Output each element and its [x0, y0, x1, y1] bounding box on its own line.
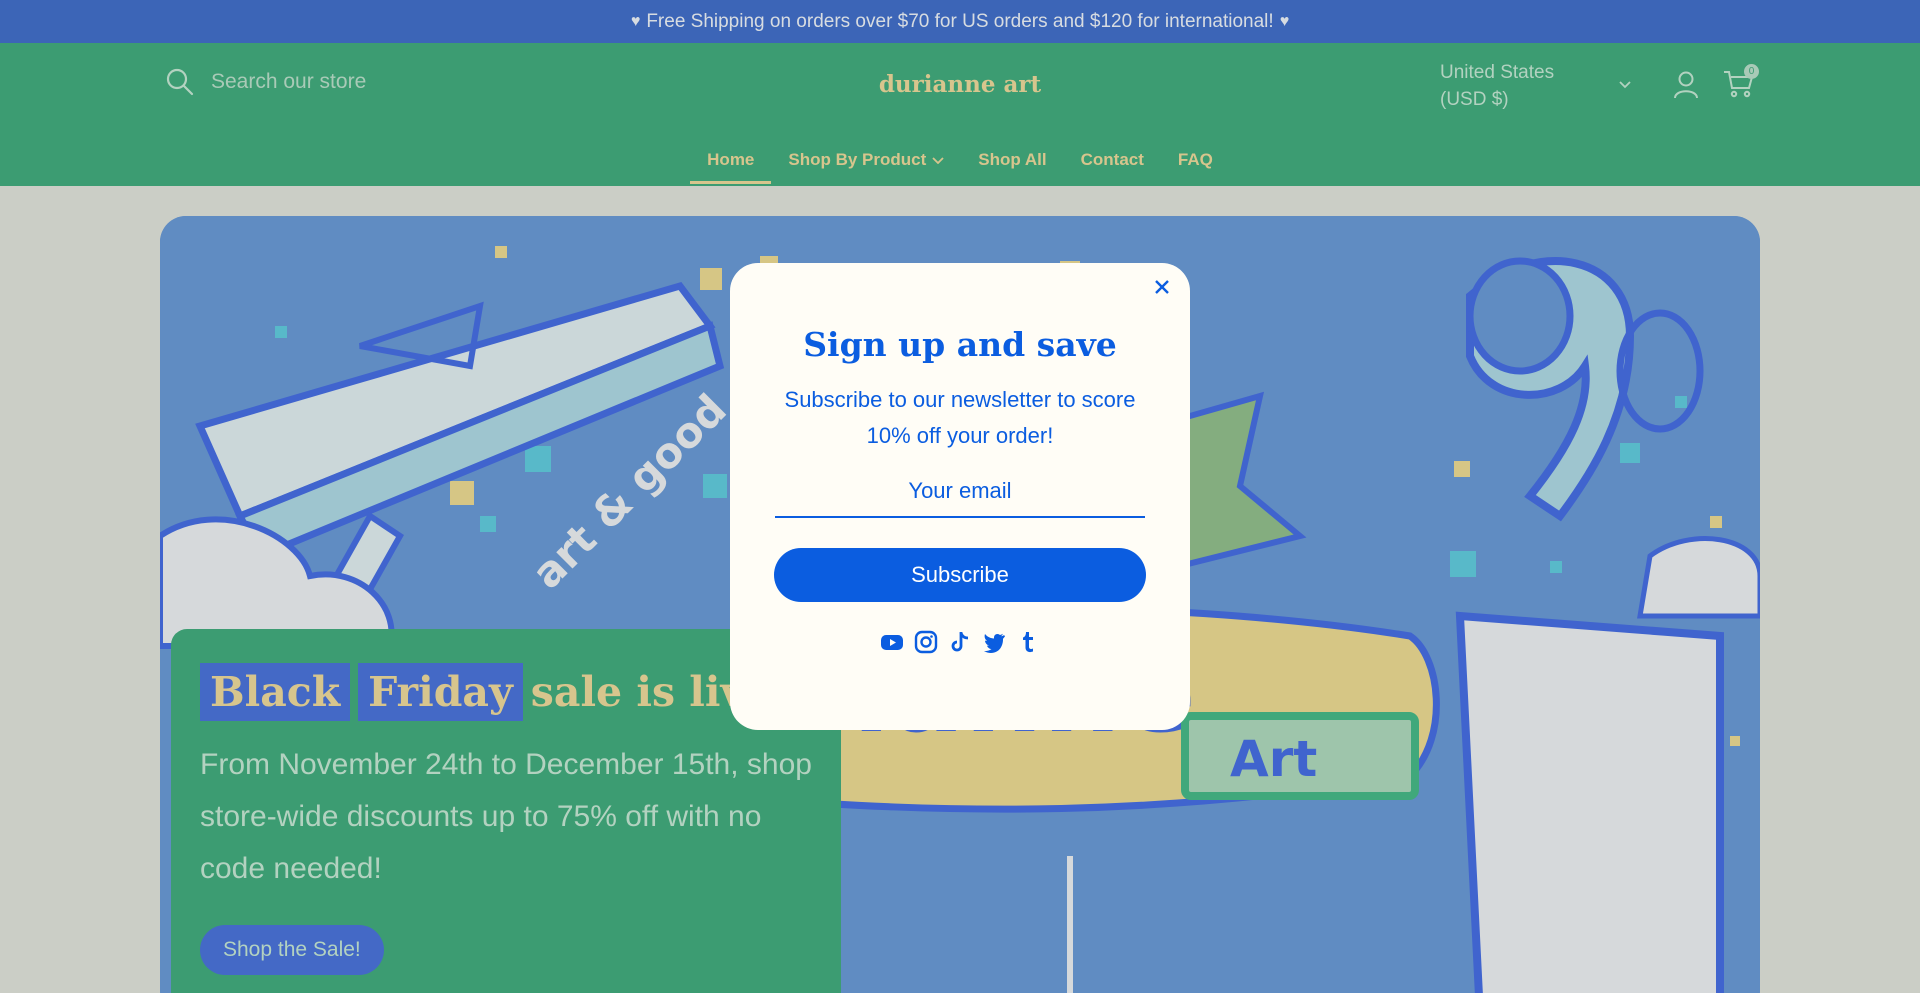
sale-description: From November 24th to December 15th, sho… [200, 748, 812, 885]
twitter-icon[interactable] [982, 630, 1006, 654]
tumblr-icon[interactable] [1016, 630, 1040, 654]
email-field[interactable] [775, 478, 1145, 518]
currency-country: United States [1440, 62, 1555, 83]
announcement-text: Free Shipping on orders over $70 for US … [646, 10, 1274, 32]
cart-button[interactable]: 0 [1722, 64, 1759, 105]
svg-text:Art: Art [1230, 730, 1317, 788]
logo-text[interactable]: durianne art [879, 71, 1041, 98]
cart-count-badge: 0 [1744, 64, 1759, 79]
newsletter-popup: Sign up and save Subscribe to our newsle… [730, 263, 1190, 730]
chevron-down-icon [932, 157, 944, 164]
subscribe-button[interactable]: Subscribe [774, 548, 1146, 602]
popup-description: Subscribe to our newsletter to score 10%… [784, 387, 1136, 448]
site-header: durianne art United States (USD $) 0 Hom… [0, 43, 1920, 186]
sale-heading: Black Friday sale is live [200, 663, 812, 721]
nav-item-faq[interactable]: FAQ [1161, 140, 1230, 184]
shop-sale-button[interactable]: Shop the Sale! [200, 925, 384, 975]
social-links [730, 630, 1190, 654]
nav-item-contact[interactable]: Contact [1064, 140, 1161, 184]
currency-code: (USD $) [1440, 89, 1509, 110]
chevron-down-icon [1619, 81, 1631, 89]
currency-selector[interactable]: United States (USD $) [1440, 59, 1640, 113]
account-icon[interactable] [1673, 70, 1699, 100]
nav-item-shop-by-product[interactable]: Shop By Product [771, 140, 961, 184]
youtube-icon[interactable] [880, 630, 904, 654]
close-icon[interactable] [1150, 275, 1174, 299]
heart-icon: ♥ [1279, 12, 1290, 30]
popup-title: Sign up and save [803, 325, 1117, 364]
nav-item-shop-all[interactable]: Shop All [961, 140, 1063, 184]
nav-item-home[interactable]: Home [690, 140, 772, 184]
tiktok-icon[interactable] [948, 630, 972, 654]
heart-icon: ♥ [630, 12, 641, 30]
main-nav: Home Shop By Product Shop All Contact FA… [0, 140, 1920, 184]
instagram-icon[interactable] [914, 630, 938, 654]
announcement-bar: ♥ Free Shipping on orders over $70 for U… [0, 0, 1920, 43]
